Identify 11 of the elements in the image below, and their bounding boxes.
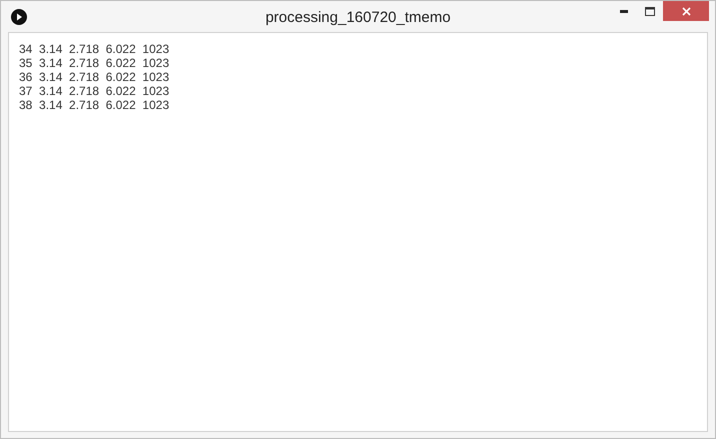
close-button[interactable] (663, 1, 709, 21)
play-icon (11, 8, 27, 24)
output-line: 38 3.14 2.718 6.022 1023 (19, 98, 170, 112)
maximize-icon (645, 6, 655, 16)
minimize-icon (620, 10, 628, 12)
close-icon (682, 6, 690, 16)
output-line: 36 3.14 2.718 6.022 1023 (19, 70, 170, 84)
output-line: 34 3.14 2.718 6.022 1023 (19, 42, 170, 56)
output-line: 35 3.14 2.718 6.022 1023 (19, 56, 170, 70)
output-line: 37 3.14 2.718 6.022 1023 (19, 84, 170, 98)
window-title: processing_160720_tmemo (265, 9, 451, 26)
